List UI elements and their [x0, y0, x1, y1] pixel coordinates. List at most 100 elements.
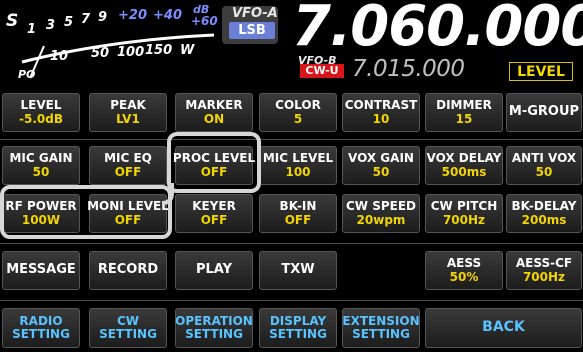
operation-setting-button[interactable]: OPERATION SETTING	[175, 308, 253, 348]
cw-setting-button[interactable]: CW SETTING	[89, 308, 167, 348]
mic-gain-button[interactable]: MIC GAIN 50	[2, 146, 80, 185]
aess-button-value: 50%	[449, 270, 479, 284]
s-tick-7: 7	[81, 12, 91, 27]
s-tick-plus40: +40	[153, 8, 182, 23]
color-button-value: 5	[293, 112, 303, 126]
keyer-button-value: OFF	[200, 213, 228, 227]
mic-level-button[interactable]: MIC LEVEL 100	[259, 146, 337, 185]
cw-pitch-button-label: CW PITCH	[430, 198, 498, 213]
peak-button-label: PEAK	[110, 97, 146, 112]
m-group-button[interactable]: M-GROUP	[506, 93, 582, 132]
contrast-button-label: CONTRAST	[344, 97, 418, 112]
bk-delay-button-value: 200ms	[521, 213, 567, 227]
marker-button[interactable]: MARKER ON	[175, 93, 253, 132]
s-tick-1: 1	[27, 22, 36, 37]
po-tick-150: 150	[145, 43, 172, 58]
cw-speed-button[interactable]: CW SPEED 20wpm	[342, 194, 420, 233]
message-button-label: MESSAGE	[6, 262, 76, 278]
cw-speed-button-label: CW SPEED	[345, 198, 416, 213]
aess-cf-button[interactable]: AESS-CF 700Hz	[506, 251, 582, 290]
vfo-a-frequency[interactable]: 7.060.000	[292, 0, 583, 59]
aess-button-label: AESS	[446, 255, 482, 270]
mic-gain-button-value: 50	[32, 165, 50, 179]
proc-level-button-value: OFF	[200, 165, 228, 179]
dimmer-button-value: 15	[455, 112, 473, 126]
mic-eq-button-label: MIC EQ	[104, 150, 152, 165]
back-button[interactable]: BACK	[425, 308, 582, 348]
color-button[interactable]: COLOR 5	[259, 93, 337, 132]
cw-pitch-button-value: 700Hz	[442, 213, 486, 227]
s-label: S	[6, 11, 18, 31]
keyer-button-label: KEYER	[192, 198, 236, 213]
bk-in-button-label: BK-IN	[279, 198, 317, 213]
play-button[interactable]: PLAY	[175, 251, 253, 290]
operation-setting-label-2: SETTING	[185, 327, 243, 341]
vfo-a-mode[interactable]: LSB	[229, 22, 275, 39]
vox-gain-button-label: VOX GAIN	[348, 150, 414, 165]
bk-in-button-value: OFF	[284, 213, 312, 227]
rf-power-button-value: 100W	[21, 213, 61, 227]
mic-gain-button-label: MIC GAIN	[9, 150, 73, 165]
po-tick-100: 100	[117, 45, 144, 60]
anti-vox-button-label: ANTI VOX	[511, 150, 577, 165]
po-tick-10: 10	[50, 49, 68, 64]
peak-button[interactable]: PEAK LV1	[89, 93, 167, 132]
highlight-connector	[161, 183, 174, 205]
aess-cf-button-label: AESS-CF	[515, 255, 573, 270]
txw-button-label: TXW	[281, 262, 315, 278]
m-group-button-label: M-GROUP	[508, 104, 580, 120]
cw-setting-label-2: SETTING	[99, 327, 157, 341]
extension-setting-button[interactable]: EXTENSION SETTING	[342, 308, 420, 348]
vox-gain-button[interactable]: VOX GAIN 50	[342, 146, 420, 185]
color-button-label: COLOR	[275, 97, 321, 112]
level-button-value: -5.0dB	[19, 112, 63, 126]
vfo-b-frequency[interactable]: 7.015.000	[352, 56, 465, 82]
bk-delay-button[interactable]: BK-DELAY 200ms	[506, 194, 582, 233]
proc-level-button-label: PROC LEVEL	[172, 150, 256, 165]
anti-vox-button[interactable]: ANTI VOX 50	[506, 146, 582, 185]
anti-vox-button-value: 50	[535, 165, 553, 179]
txw-button[interactable]: TXW	[259, 251, 337, 290]
s-tick-plus60: +60	[191, 14, 218, 28]
bk-in-button[interactable]: BK-IN OFF	[259, 194, 337, 233]
mic-eq-button-value: OFF	[114, 165, 142, 179]
vox-delay-button-label: VOX DELAY	[426, 150, 502, 165]
moni-level-button-label: MONI LEVEL	[87, 198, 169, 213]
rf-power-button[interactable]: RF POWER 100W	[2, 194, 80, 233]
marker-button-value: ON	[203, 112, 225, 126]
dimmer-button[interactable]: DIMMER 15	[425, 93, 503, 132]
dimmer-button-label: DIMMER	[436, 97, 492, 112]
cw-pitch-button[interactable]: CW PITCH 700Hz	[425, 194, 503, 233]
level-indicator: LEVEL	[509, 62, 573, 81]
display-setting-label-2: SETTING	[269, 327, 327, 341]
display-setting-button[interactable]: DISPLAY SETTING	[259, 308, 337, 348]
row-divider	[0, 300, 583, 301]
cw-speed-button-value: 20wpm	[356, 213, 406, 227]
po-unit: W	[180, 43, 195, 58]
extension-setting-label-2: SETTING	[352, 327, 410, 341]
row-divider	[0, 243, 583, 244]
keyer-button[interactable]: KEYER OFF	[175, 194, 253, 233]
level-button[interactable]: LEVEL -5.0dB	[2, 93, 80, 132]
po-label: PO	[18, 68, 35, 81]
s-tick-3: 3	[46, 18, 55, 33]
radio-setting-label-2: SETTING	[12, 327, 70, 341]
vox-gain-button-value: 50	[372, 165, 390, 179]
message-button[interactable]: MESSAGE	[2, 251, 80, 290]
moni-level-button[interactable]: MONI LEVEL OFF	[87, 194, 169, 233]
peak-button-value: LV1	[116, 112, 140, 126]
vox-delay-button-value: 500ms	[441, 165, 487, 179]
po-tick-50: 50	[91, 46, 109, 61]
s-tick-plus20: +20	[118, 8, 147, 23]
vfo-b-mode[interactable]: CW-U	[300, 64, 344, 78]
proc-level-button[interactable]: PROC LEVEL OFF	[172, 146, 256, 185]
aess-button[interactable]: AESS 50%	[425, 251, 503, 290]
mic-eq-button[interactable]: MIC EQ OFF	[89, 146, 167, 185]
s-tick-9: 9	[98, 10, 107, 25]
radio-setting-button[interactable]: RADIO SETTING	[2, 308, 80, 348]
marker-button-label: MARKER	[185, 97, 243, 112]
vox-delay-button[interactable]: VOX DELAY 500ms	[425, 146, 503, 185]
record-button[interactable]: RECORD	[89, 251, 167, 290]
record-button-label: RECORD	[97, 262, 159, 278]
contrast-button[interactable]: CONTRAST 10	[342, 93, 420, 132]
